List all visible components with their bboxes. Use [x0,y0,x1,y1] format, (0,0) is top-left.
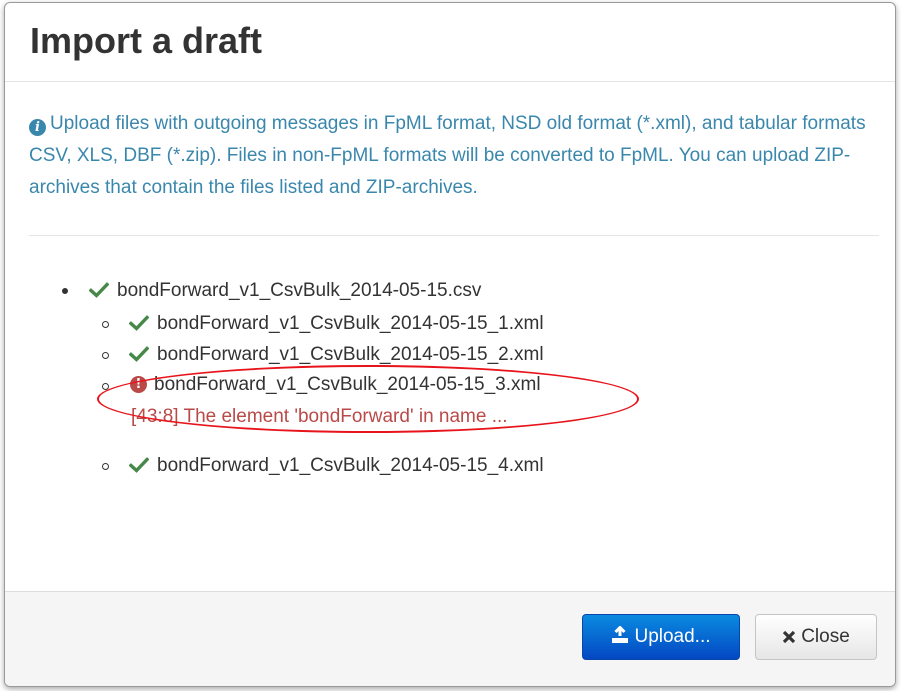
info-message-text: Upload files with outgoing messages in F… [29,113,866,198]
bullet-circle [102,383,109,390]
info-icon: i [29,119,46,136]
dialog-header: Import a draft [5,3,895,82]
dialog-footer: Upload... Close [5,591,895,686]
check-icon [129,457,149,473]
upload-button-label: Upload... [634,626,711,647]
check-icon [129,315,149,331]
file-name: bondForward_v1_CsvBulk_2014-05-15_3.xml [154,374,541,395]
exclamation-circle-icon: ! [130,376,147,393]
divider [29,235,879,236]
check-icon [129,346,149,362]
close-button[interactable]: Close [755,614,877,660]
info-message: i Upload files with outgoing messages in … [29,108,879,204]
close-button-label: Close [801,626,850,647]
check-icon [89,282,109,298]
upload-icon [612,626,629,643]
bullet-disc [62,288,68,294]
file-name: bondForward_v1_CsvBulk_2014-05-15_2.xml [157,344,544,365]
file-name: bondForward_v1_CsvBulk_2014-05-15_1.xml [157,313,544,334]
upload-button[interactable]: Upload... [582,614,740,660]
file-name: bondForward_v1_CsvBulk_2014-05-15.csv [117,280,482,301]
file-name: bondForward_v1_CsvBulk_2014-05-15_4.xml [157,455,544,476]
bullet-circle [102,463,109,470]
bullet-circle [102,352,109,359]
close-icon [783,630,796,644]
dialog-title: Import a draft [30,20,263,61]
import-draft-dialog: Import a draft i Upload files with outgoi… [4,2,896,687]
error-message: [43:8] The element 'bondForward' in name… [131,406,508,427]
bullet-circle [102,321,109,328]
